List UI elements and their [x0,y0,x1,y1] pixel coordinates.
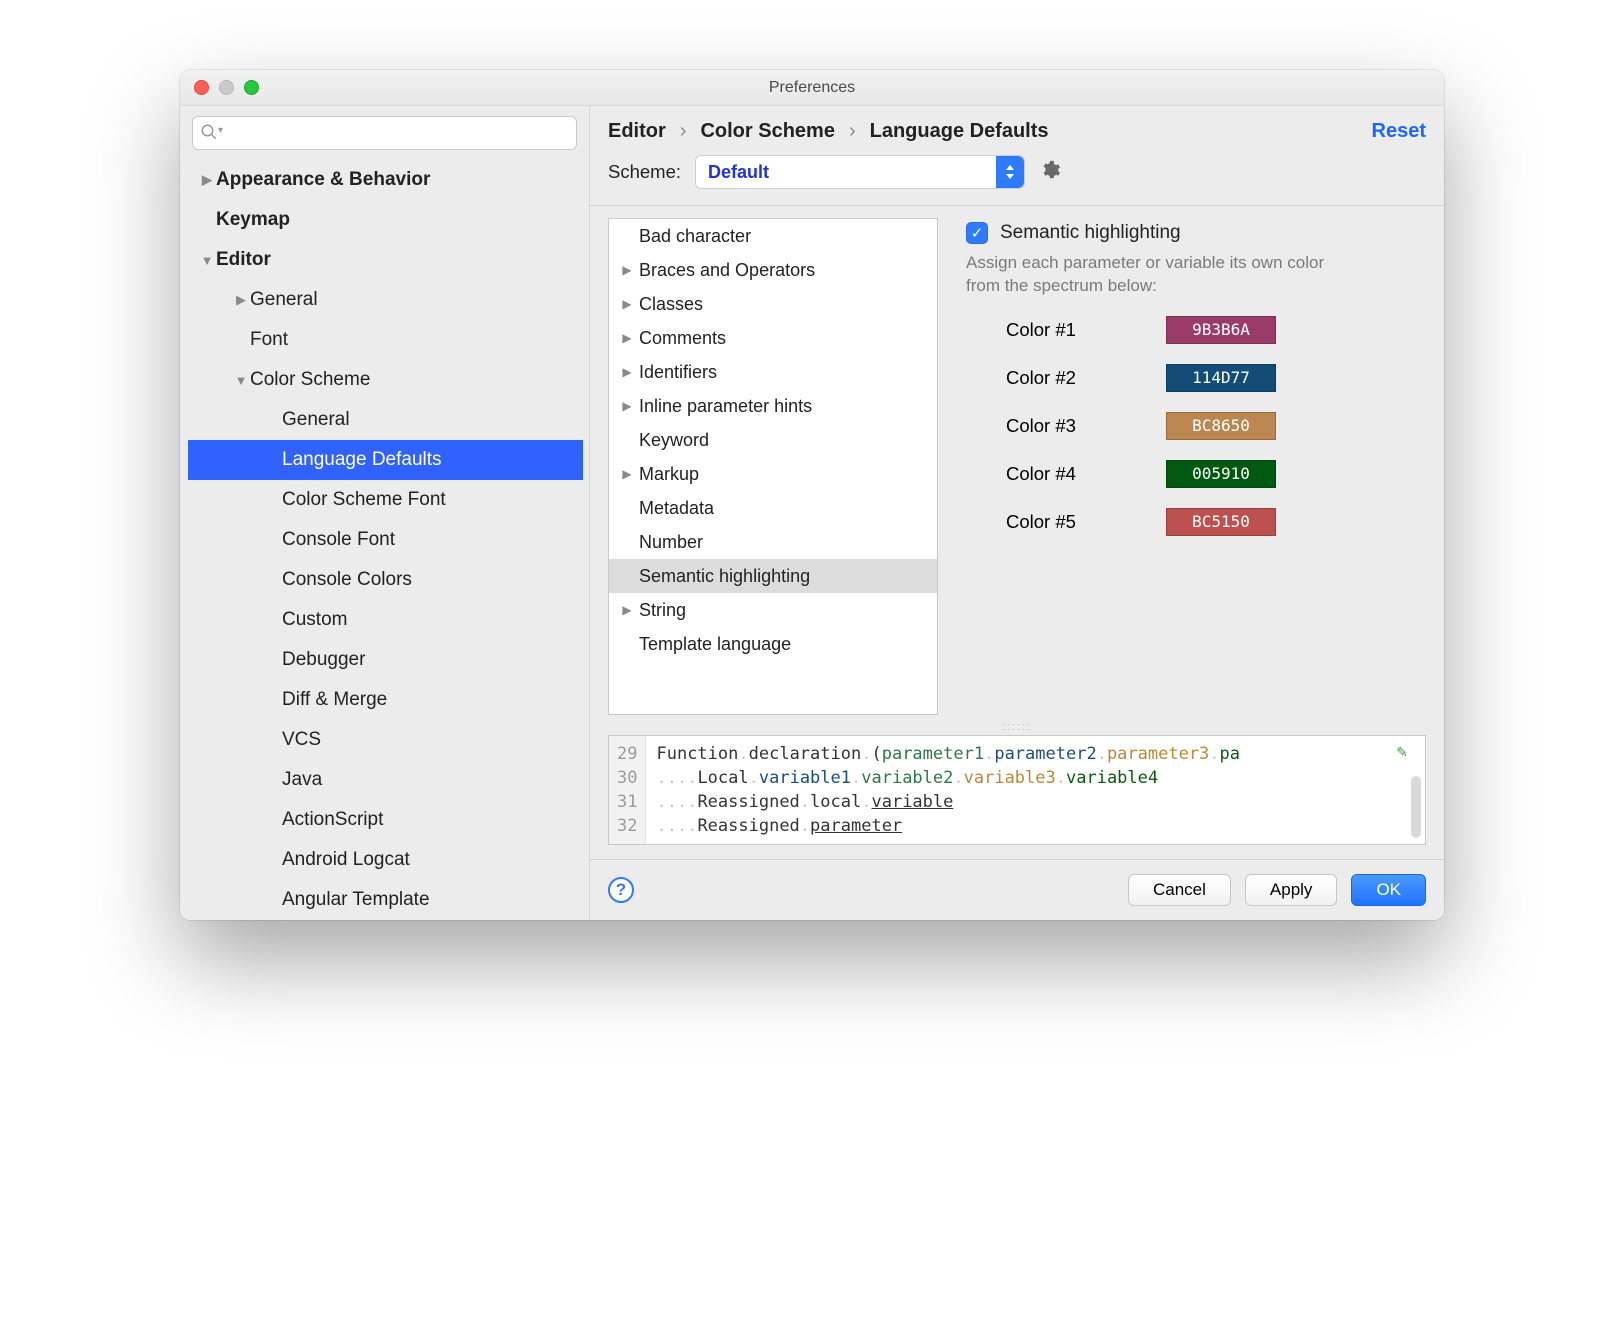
sidebar-item-debugger[interactable]: Debugger [188,640,583,680]
color-label: Color #5 [1006,511,1136,533]
breadcrumb-language-defaults: Language Defaults [870,120,1049,143]
attribute-tree: Bad character ▶Braces and Operators ▶Cla… [608,218,938,715]
color-label: Color #1 [1006,319,1136,341]
updown-icon [996,156,1024,188]
tree-item-semantic-highlighting[interactable]: Semantic highlighting [609,559,937,593]
tree-item-inline-hints[interactable]: ▶Inline parameter hints [609,389,937,423]
sidebar-item-editor[interactable]: ▼Editor [188,240,583,280]
color-label: Color #3 [1006,415,1136,437]
color-label: Color #2 [1006,367,1136,389]
main-panel: Editor › Color Scheme › Language Default… [590,106,1444,920]
ok-button[interactable]: OK [1351,874,1426,906]
sidebar-item-color-scheme[interactable]: ▼Color Scheme [188,360,583,400]
color-swatch[interactable]: 005910 [1166,460,1276,488]
color-row-3: Color #3 BC8650 [1006,412,1420,440]
semantic-highlighting-checkbox[interactable]: ✓ [966,222,988,244]
sidebar-item-console-colors[interactable]: Console Colors [188,560,583,600]
sidebar-item-android-logcat[interactable]: Android Logcat [188,840,583,880]
breadcrumb: Editor › Color Scheme › Language Default… [590,106,1444,149]
sidebar-item-appearance[interactable]: ▶Appearance & Behavior [188,160,583,200]
color-swatch[interactable]: 114D77 [1166,364,1276,392]
sidebar-item-vcs[interactable]: VCS [188,720,583,760]
tree-item-markup[interactable]: ▶Markup [609,457,937,491]
scheme-label: Scheme: [608,161,681,183]
code-area[interactable]: Function.declaration.(parameter1.paramet… [646,736,1425,844]
reset-link[interactable]: Reset [1372,120,1426,143]
sidebar-item-java[interactable]: Java [188,760,583,800]
sidebar-item-custom[interactable]: Custom [188,600,583,640]
tree-item-identifiers[interactable]: ▶Identifiers [609,355,937,389]
tree-item-string[interactable]: ▶String [609,593,937,627]
breadcrumb-color-scheme[interactable]: Color Scheme [700,120,834,143]
chevron-right-icon: › [680,120,687,143]
tree-item-braces[interactable]: ▶Braces and Operators [609,253,937,287]
cancel-button[interactable]: Cancel [1128,874,1231,906]
tree-item-classes[interactable]: ▶Classes [609,287,937,321]
color-swatch[interactable]: BC8650 [1166,412,1276,440]
color-row-2: Color #2 114D77 [1006,364,1420,392]
sidebar-item-actionscript[interactable]: ActionScript [188,800,583,840]
apply-button[interactable]: Apply [1245,874,1338,906]
tree-item-number[interactable]: Number [609,525,937,559]
breadcrumb-editor[interactable]: Editor [608,120,666,143]
tree-item-keyword[interactable]: Keyword [609,423,937,457]
chevron-down-icon[interactable]: ▾ [218,125,223,136]
tree-item-template-language[interactable]: Template language [609,627,937,661]
titlebar: Preferences [180,70,1444,106]
nav-tree: ▶Appearance & Behavior Keymap ▼Editor ▶G… [188,160,583,920]
tree-item-metadata[interactable]: Metadata [609,491,937,525]
color-label: Color #4 [1006,463,1136,485]
color-row-5: Color #5 BC5150 [1006,508,1420,536]
color-row-4: Color #4 005910 [1006,460,1420,488]
sidebar-item-language-defaults[interactable]: Language Defaults [188,440,583,480]
sidebar-item-diff-merge[interactable]: Diff & Merge [188,680,583,720]
detail-panel: ✓ Semantic highlighting Assign each para… [938,218,1426,715]
sidebar-item-keymap[interactable]: Keymap [188,200,583,240]
dialog-footer: ? Cancel Apply OK [590,859,1444,920]
code-preview: 29 30 31 32 Function.declaration.(parame… [608,735,1426,845]
sidebar: ▾ ▶Appearance & Behavior Keymap ▼Editor … [180,106,590,920]
semantic-description: Assign each parameter or variable its ow… [966,252,1346,298]
search-input[interactable] [192,116,577,150]
scrollbar[interactable] [1411,776,1421,838]
scheme-value: Default [708,162,769,183]
sidebar-item-font[interactable]: Font [188,320,583,360]
gear-icon[interactable] [1039,159,1061,186]
sidebar-item-angular-template[interactable]: Angular Template [188,880,583,920]
chevron-right-icon: › [849,120,856,143]
sidebar-item-cs-general[interactable]: General [188,400,583,440]
resize-grip-icon[interactable]: :::::: [590,721,1444,733]
gutter: 29 30 31 32 [609,736,646,844]
semantic-highlighting-label: Semantic highlighting [1000,222,1181,244]
search-icon [200,123,218,146]
scheme-select[interactable]: Default [695,155,1025,189]
color-swatch[interactable]: BC5150 [1166,508,1276,536]
tree-item-bad-character[interactable]: Bad character [609,219,937,253]
edit-icon[interactable]: ✎ [1397,742,1407,762]
color-swatch[interactable]: 9B3B6A [1166,316,1276,344]
preferences-window: Preferences ▾ ▶Appearance & Behavior Key… [180,70,1444,920]
color-row-1: Color #1 9B3B6A [1006,316,1420,344]
sidebar-item-cs-font[interactable]: Color Scheme Font [188,480,583,520]
tree-item-comments[interactable]: ▶Comments [609,321,937,355]
sidebar-item-general[interactable]: ▶General [188,280,583,320]
window-title: Preferences [180,79,1444,97]
sidebar-item-console-font[interactable]: Console Font [188,520,583,560]
help-icon[interactable]: ? [608,877,634,903]
